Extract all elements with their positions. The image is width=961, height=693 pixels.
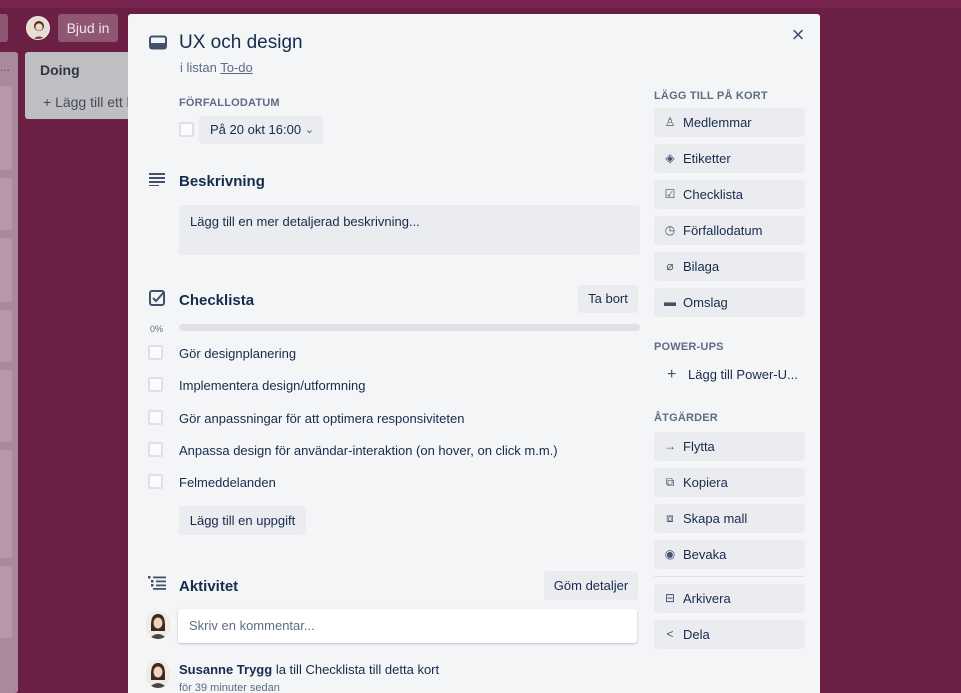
list-card[interactable] — [0, 370, 12, 442]
list-card[interactable] — [0, 450, 12, 558]
copy-icon: ⧉ — [665, 475, 675, 489]
checklist-item-text[interactable]: Implementera design/utformning — [179, 378, 365, 393]
checklist-item-checkbox[interactable] — [148, 410, 163, 425]
labels-label: Etiketter — [683, 151, 731, 166]
checklist-icon — [149, 290, 165, 306]
archive-button[interactable]: ⊟ Arkivera — [654, 584, 805, 613]
activity-action: la till Checklista till detta kort — [275, 662, 440, 677]
make-template-label: Skapa mall — [683, 511, 748, 526]
list-card[interactable] — [0, 178, 12, 230]
checklist-progress-percent: 0% — [150, 324, 164, 334]
activity-user[interactable]: Susanne Trygg — [179, 662, 272, 677]
members-button[interactable]: ♙ Medlemmar — [654, 108, 805, 137]
cover-button[interactable]: ▬ Omslag — [654, 288, 805, 317]
card-icon — [149, 35, 167, 50]
watch-button[interactable]: ◉ Bevaka — [654, 540, 805, 569]
description-title: Beskrivning — [179, 173, 265, 190]
share-icon: < — [666, 627, 674, 641]
list-title[interactable]: Doing — [40, 62, 80, 78]
add-power-up-label: Lägg till Power-U... — [688, 367, 798, 382]
due-date-value: På 20 okt 16:00 — [210, 122, 302, 137]
list-menu-icon[interactable]: ... — [0, 60, 10, 74]
checklist-item-checkbox[interactable] — [148, 474, 163, 489]
arrow-right-icon: → — [664, 439, 676, 453]
list-card[interactable] — [0, 238, 12, 302]
add-checklist-item-button[interactable]: Lägg till en uppgift — [179, 506, 306, 535]
toggle-details-button[interactable]: Göm detaljer — [544, 571, 638, 600]
clock-icon: ◷ — [664, 223, 676, 237]
move-button[interactable]: → Flytta — [654, 432, 805, 461]
share-button[interactable]: < Dela — [654, 620, 805, 649]
cover-label: Omslag — [683, 295, 728, 310]
checkbox-icon: ☑ — [664, 187, 676, 201]
checklist-button[interactable]: ☑ Checklista — [654, 180, 805, 209]
list-link[interactable]: To-do — [220, 60, 253, 75]
add-to-card-heading: LÄGG TILL PÅ KORT — [654, 90, 768, 102]
copy-button[interactable]: ⧉ Kopiera — [654, 468, 805, 497]
tag-icon: ◈ — [665, 151, 675, 165]
chevron-down-icon: ⌄ — [304, 124, 314, 136]
in-list-prefix: i listan — [180, 60, 217, 75]
labels-button[interactable]: ◈ Etiketter — [654, 144, 805, 173]
comment-input[interactable]: Skriv en kommentar... — [178, 609, 637, 643]
delete-checklist-button[interactable]: Ta bort — [578, 285, 638, 313]
share-label: Dela — [683, 627, 710, 642]
avatar[interactable] — [146, 611, 170, 639]
activity-title: Aktivitet — [179, 578, 239, 595]
board-header-bar — [0, 0, 961, 8]
archive-label: Arkivera — [683, 591, 731, 606]
avatar[interactable] — [146, 660, 170, 688]
archive-icon: ⊟ — [664, 591, 676, 605]
checklist-label: Checklista — [683, 187, 743, 202]
activity-entry: Susanne Trygg la till Checklista till de… — [179, 662, 439, 677]
attachment-label: Bilaga — [683, 259, 720, 274]
list-card[interactable] — [0, 86, 12, 170]
eye-icon: ◉ — [664, 547, 676, 561]
add-power-up-button[interactable]: + Lägg till Power-U... — [654, 360, 805, 389]
list-card[interactable] — [0, 310, 12, 362]
board-menu-button[interactable] — [0, 14, 8, 42]
members-label: Medlemmar — [683, 115, 752, 130]
due-date-button[interactable]: På 20 okt 16:00 ⌄ — [199, 116, 323, 144]
checklist-progress-bar — [179, 324, 640, 331]
due-date-sidebar-button[interactable]: ◷ Förfallodatum — [654, 216, 805, 245]
invite-button[interactable]: Bjud in — [58, 14, 118, 42]
activity-timestamp[interactable]: för 39 minuter sedan — [179, 682, 280, 693]
make-template-button[interactable]: ⧈ Skapa mall — [654, 504, 805, 533]
checklist-item-text[interactable]: Anpassa design för användar-interaktion … — [179, 443, 558, 458]
card-detail-modal: × UX och design i listan To-do FÖRFALLOD… — [128, 14, 820, 693]
person-icon: ♙ — [664, 115, 676, 129]
due-complete-checkbox[interactable] — [179, 122, 194, 137]
list-card[interactable] — [0, 566, 12, 638]
card-title[interactable]: UX och design — [179, 32, 303, 54]
due-date-label: FÖRFALLODATUM — [179, 97, 280, 109]
paperclip-icon: ⌀ — [666, 259, 674, 273]
card-list-info: i listan To-do — [180, 60, 253, 75]
cover-icon: ▬ — [664, 295, 676, 309]
checklist-item-text[interactable]: Felmeddelanden — [179, 475, 276, 490]
watch-label: Bevaka — [683, 547, 727, 562]
activity-icon — [148, 576, 166, 590]
attachment-button[interactable]: ⌀ Bilaga — [654, 252, 805, 281]
checklist-item-checkbox[interactable] — [148, 345, 163, 360]
due-date-sidebar-label: Förfallodatum — [683, 223, 763, 238]
power-ups-heading: POWER-UPS — [654, 341, 724, 353]
member-avatar[interactable] — [26, 16, 50, 40]
sidebar-divider — [654, 576, 805, 577]
checklist-item-text[interactable]: Gör designplanering — [179, 346, 296, 361]
checklist-item-checkbox[interactable] — [148, 442, 163, 457]
actions-heading: ÅTGÄRDER — [654, 412, 718, 424]
add-card-button[interactable]: + Lägg till ett k — [43, 94, 134, 110]
checklist-item-text[interactable]: Gör anpassningar för att optimera respon… — [179, 411, 464, 426]
copy-label: Kopiera — [683, 475, 728, 490]
description-icon — [149, 173, 165, 186]
template-icon: ⧈ — [666, 511, 674, 525]
plus-icon: + — [667, 366, 677, 383]
checklist-item-checkbox[interactable] — [148, 377, 163, 392]
move-label: Flytta — [683, 439, 715, 454]
checklist-title[interactable]: Checklista — [179, 292, 254, 309]
close-icon[interactable]: × — [786, 24, 810, 48]
board-list-partial: ... — [0, 52, 18, 693]
description-input[interactable]: Lägg till en mer detaljerad beskrivning.… — [179, 205, 640, 255]
